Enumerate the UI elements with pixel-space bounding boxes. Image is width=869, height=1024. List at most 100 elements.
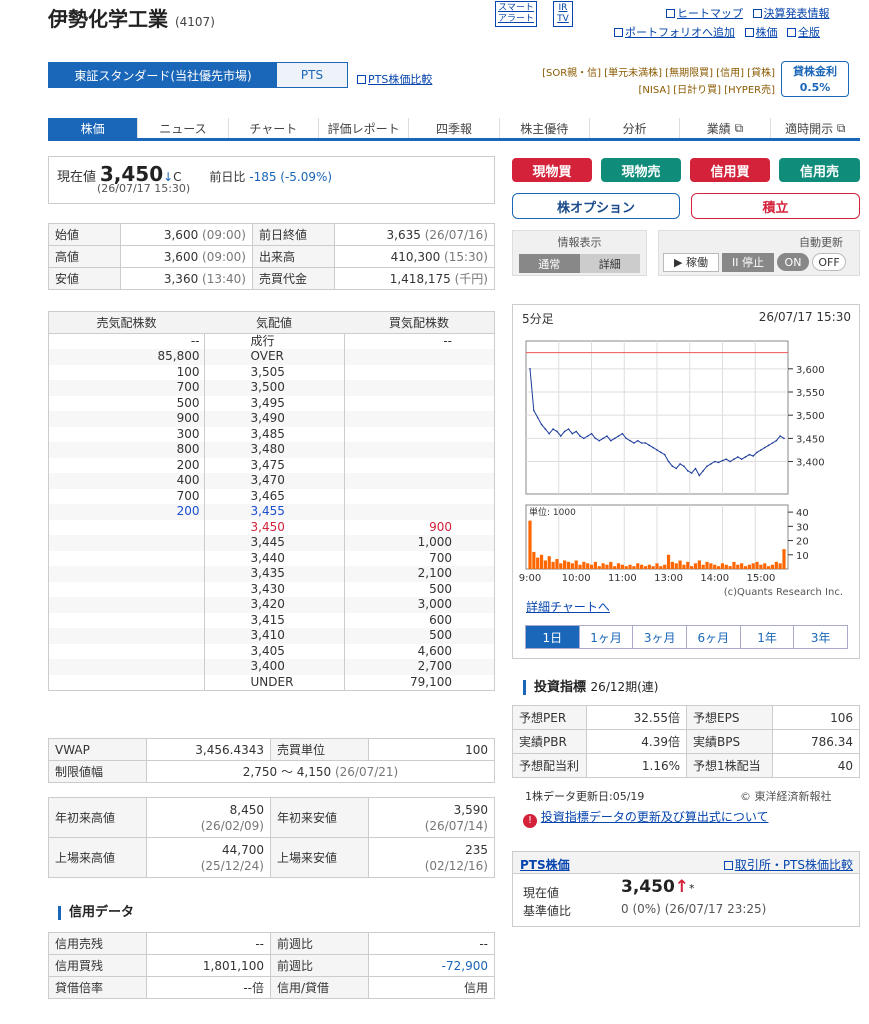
sell-qty[interactable] [49, 535, 205, 551]
buy-qty[interactable]: 2,100 [343, 566, 494, 582]
board-price[interactable]: 3,475 [204, 457, 344, 473]
range-3y[interactable]: 3年 [793, 625, 849, 649]
range-1m[interactable]: 1ヶ月 [578, 625, 634, 649]
heatmap-link[interactable]: ヒートマップ [666, 7, 743, 20]
buy-qty[interactable]: 2,700 [343, 659, 494, 675]
lending-rate-badge[interactable]: 貸株金利 0.5% [781, 61, 849, 97]
sell-qty[interactable] [49, 628, 205, 644]
detail-view-button[interactable]: 詳細 [579, 254, 640, 273]
board-price[interactable]: 3,505 [204, 364, 344, 380]
exchange-compare-link[interactable]: 取引所・PTS株価比較 [723, 856, 853, 873]
market-pts-tab[interactable]: PTS [277, 63, 347, 87]
portfolio-link[interactable]: ポートフォリオへ追加 [614, 26, 735, 39]
buy-qty[interactable] [343, 504, 494, 520]
buy-qty[interactable]: 500 [343, 581, 494, 597]
auto-update-on-toggle[interactable]: ON [777, 253, 809, 271]
buy-qty[interactable]: 900 [343, 519, 494, 535]
intraday-chart[interactable]: 3,600 3,550 3,500 3,450 3,400 単位: 1000 40 30 20 1… [513, 329, 859, 619]
tab-benefits[interactable]: 株主優待 [500, 118, 590, 138]
tab-results[interactable]: 業績 ⧉ [680, 118, 771, 138]
pts-compare-link[interactable]: PTS株価比較 [357, 71, 432, 87]
tsumitate-button[interactable]: 積立 [691, 193, 860, 219]
buy-qty[interactable] [343, 395, 494, 411]
stock-price-link[interactable]: 株価 [744, 26, 778, 39]
buy-qty[interactable]: 600 [343, 612, 494, 628]
sell-qty[interactable]: 500 [49, 395, 205, 411]
board-price[interactable]: 3,450 [204, 519, 344, 535]
ir-tv-button[interactable]: IR TV [553, 1, 573, 27]
sell-qty[interactable] [49, 612, 205, 628]
buy-qty[interactable]: -- [343, 333, 494, 349]
buy-qty[interactable] [343, 442, 494, 458]
buy-qty[interactable] [343, 349, 494, 365]
sell-qty[interactable]: 400 [49, 473, 205, 489]
sell-qty[interactable]: 700 [49, 488, 205, 504]
buy-qty[interactable] [343, 364, 494, 380]
sell-qty[interactable]: 300 [49, 426, 205, 442]
range-6m[interactable]: 6ヶ月 [686, 625, 741, 649]
market-primary-tab[interactable]: 東証スタンダード(当社優先市場) [49, 63, 277, 87]
board-price[interactable]: 3,495 [204, 395, 344, 411]
range-1y[interactable]: 1年 [739, 625, 795, 649]
full-version-link[interactable]: 全版 [787, 26, 820, 39]
board-price[interactable]: 3,440 [204, 550, 344, 566]
sell-qty[interactable] [49, 659, 205, 675]
board-price[interactable]: 3,420 [204, 597, 344, 613]
board-price[interactable]: 3,490 [204, 411, 344, 427]
sell-qty[interactable]: 200 [49, 504, 205, 520]
buy-qty[interactable] [343, 380, 494, 396]
buy-qty[interactable] [343, 457, 494, 473]
board-price[interactable]: UNDER [204, 674, 344, 690]
normal-view-button[interactable]: 通常 [519, 254, 580, 273]
tab-news[interactable]: ニュース [138, 118, 229, 138]
range-3m[interactable]: 3ヶ月 [632, 625, 688, 649]
board-price[interactable]: 3,500 [204, 380, 344, 396]
earnings-link[interactable]: 決算発表情報 [752, 7, 830, 20]
buy-qty[interactable]: 79,100 [343, 674, 494, 690]
buy-qty[interactable] [343, 488, 494, 504]
sell-qty[interactable] [49, 581, 205, 597]
tab-disclosure[interactable]: 適時開示 ⧉ [771, 118, 860, 138]
tab-analysis[interactable]: 分析 [590, 118, 681, 138]
buy-qty[interactable]: 1,000 [343, 535, 494, 551]
buy-qty[interactable]: 700 [343, 550, 494, 566]
sell-qty[interactable] [49, 674, 205, 690]
buy-qty[interactable] [343, 411, 494, 427]
stock-option-button[interactable]: 株オプション [512, 193, 680, 219]
sell-qty[interactable]: 900 [49, 411, 205, 427]
board-price[interactable]: 3,405 [204, 643, 344, 659]
range-1d[interactable]: 1日 [525, 625, 580, 649]
sell-qty[interactable] [49, 643, 205, 659]
board-price[interactable]: 成行 [204, 333, 344, 349]
sell-qty[interactable] [49, 519, 205, 535]
sell-qty[interactable]: -- [49, 333, 205, 349]
board-price[interactable]: 3,485 [204, 426, 344, 442]
board-price[interactable]: OVER [204, 349, 344, 365]
board-price[interactable]: 3,480 [204, 442, 344, 458]
board-price[interactable]: 3,455 [204, 504, 344, 520]
buy-qty[interactable]: 3,000 [343, 597, 494, 613]
buy-qty[interactable]: 500 [343, 628, 494, 644]
buy-qty[interactable] [343, 426, 494, 442]
sell-qty[interactable]: 700 [49, 380, 205, 396]
board-price[interactable]: 3,410 [204, 628, 344, 644]
shinyo-sell-button[interactable]: 信用売 [779, 158, 860, 182]
shinyo-buy-button[interactable]: 信用買 [690, 158, 770, 182]
tab-chart[interactable]: チャート [229, 118, 319, 138]
board-price[interactable]: 3,470 [204, 473, 344, 489]
board-price[interactable]: 3,430 [204, 581, 344, 597]
run-button[interactable]: ▶ 稼働 [663, 252, 719, 272]
board-price[interactable]: 3,415 [204, 612, 344, 628]
sell-qty[interactable] [49, 550, 205, 566]
buy-qty[interactable] [343, 473, 494, 489]
tab-shikiho[interactable]: 四季報 [409, 118, 500, 138]
sell-qty[interactable] [49, 566, 205, 582]
genbutsu-sell-button[interactable]: 現物売 [601, 158, 681, 182]
board-price[interactable]: 3,445 [204, 535, 344, 551]
board-price[interactable]: 3,435 [204, 566, 344, 582]
tab-report[interactable]: 評価レポート [319, 118, 410, 138]
pts-title[interactable]: PTS株価 [520, 856, 570, 873]
detail-chart-link[interactable]: 詳細チャートへ [526, 598, 610, 615]
sell-qty[interactable]: 100 [49, 364, 205, 380]
genbutsu-buy-button[interactable]: 現物買 [512, 158, 592, 182]
